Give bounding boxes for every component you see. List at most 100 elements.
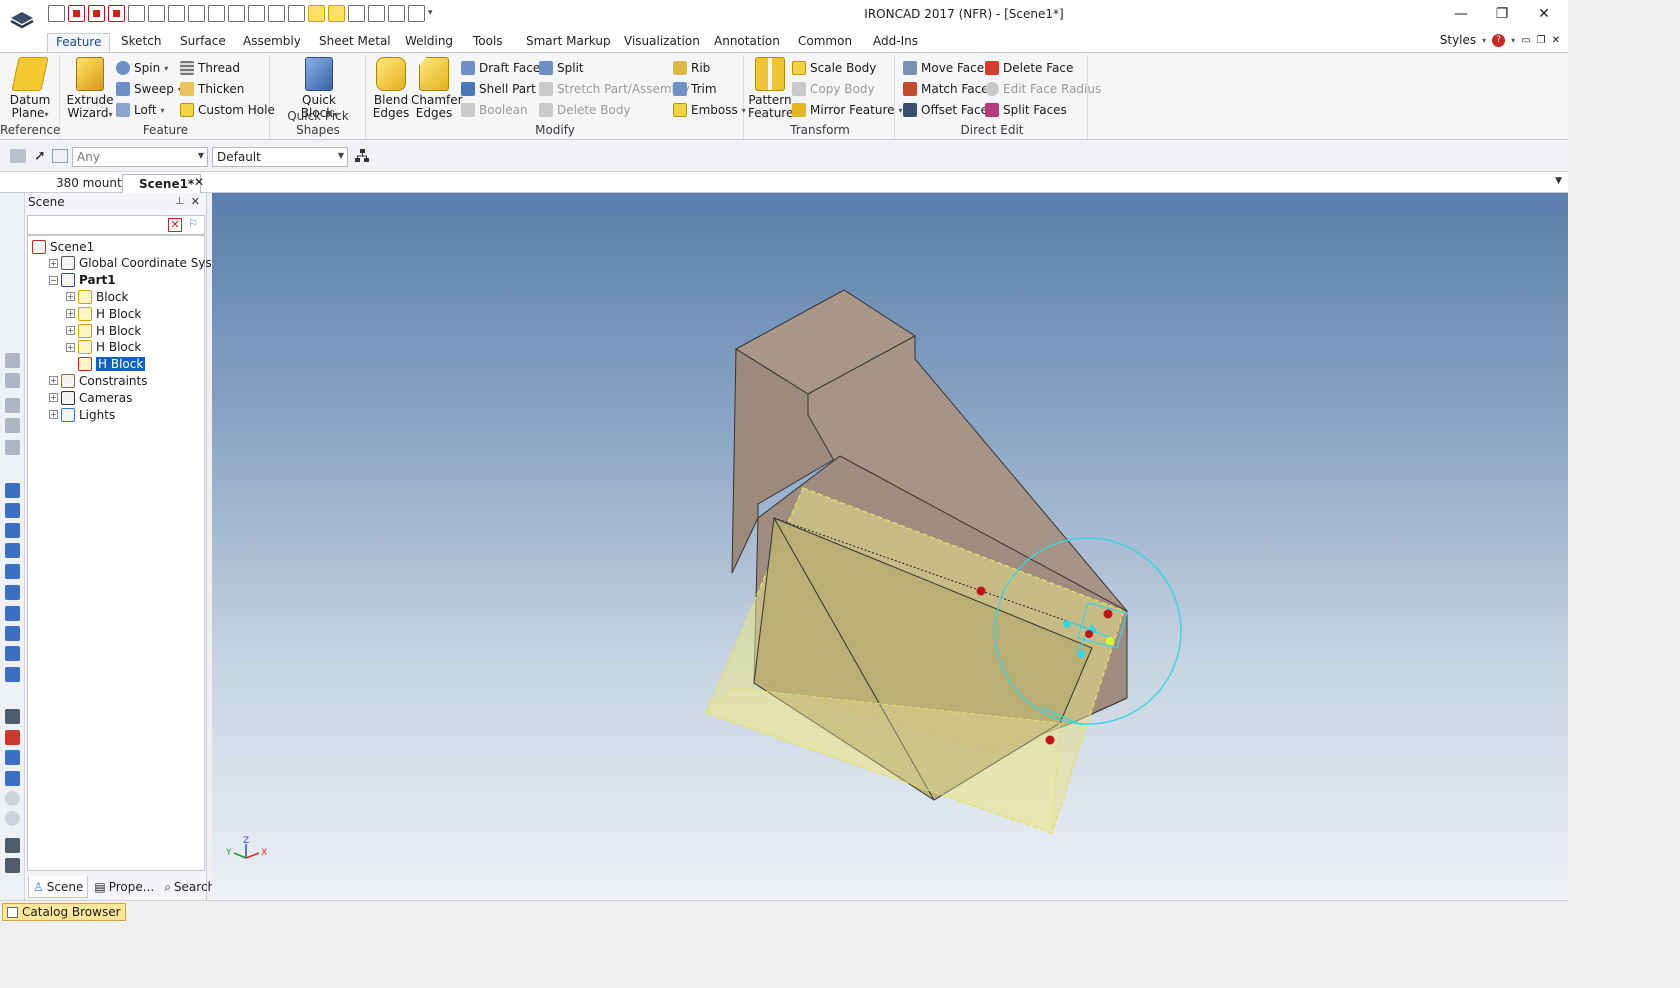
tab-annotation[interactable]: Annotation <box>706 33 788 52</box>
delete-face-button[interactable]: Delete Face <box>985 59 1073 77</box>
light-tool-icon[interactable] <box>5 858 20 873</box>
view-tool-icon[interactable] <box>5 373 20 388</box>
tab-list-chevron-icon[interactable]: ▼ <box>1555 176 1562 186</box>
orientation-top-icon[interactable] <box>5 564 20 579</box>
orbit-tool-icon[interactable] <box>5 791 20 806</box>
sizebox-handle-red[interactable] <box>976 586 986 596</box>
triball-center-dot[interactable] <box>1106 637 1114 645</box>
match-face-button[interactable]: Match Face <box>903 80 989 98</box>
emboss-button[interactable]: Emboss ▾ <box>673 101 746 119</box>
expand-toggle-icon[interactable]: + <box>49 258 58 268</box>
custom-hole-button[interactable]: Custom Hole <box>180 101 275 119</box>
panel-tab-properties[interactable]: ▤ Prope... <box>90 876 158 898</box>
doc-tab-380-mount[interactable]: 380 mount <box>34 174 128 193</box>
thread-button[interactable]: Thread <box>180 59 240 77</box>
rib-button[interactable]: Rib <box>673 59 710 77</box>
render-hidden-icon[interactable] <box>5 667 20 682</box>
tree-node[interactable]: + H Block <box>66 339 141 356</box>
copy-body-button[interactable]: Copy Body <box>792 80 875 98</box>
offset-face-button[interactable]: Offset Face <box>903 101 988 119</box>
tab-surface[interactable]: Surface <box>172 33 234 52</box>
tree-node[interactable]: + Lights <box>49 406 115 423</box>
tab-sketch[interactable]: Sketch <box>113 33 169 52</box>
tab-visualization[interactable]: Visualization <box>616 33 708 52</box>
spin-button[interactable]: Spin ▾ <box>116 59 168 77</box>
tree-node[interactable]: H Block <box>66 356 146 373</box>
tree-node[interactable]: + H Block <box>66 322 141 339</box>
tree-node[interactable]: + Cameras <box>49 389 132 406</box>
ribbon-minimize-icon[interactable]: ▭ <box>1521 35 1530 46</box>
trim-button[interactable]: Trim <box>673 80 717 98</box>
ribbon-close-icon[interactable]: ✕ <box>1552 35 1560 46</box>
expand-toggle-icon[interactable]: − <box>49 275 58 285</box>
triball-tool-icon[interactable] <box>5 709 20 724</box>
loft-button[interactable]: Loft ▾ <box>116 101 165 119</box>
pan-tool-icon[interactable] <box>5 771 20 786</box>
expand-toggle-icon[interactable]: + <box>49 410 58 419</box>
styles-menu[interactable]: Styles <box>1440 33 1476 47</box>
look-at-icon[interactable] <box>5 750 20 765</box>
scene-filter-input[interactable]: ✕ ⚐ <box>27 215 205 235</box>
help-icon[interactable]: ? <box>1492 33 1506 47</box>
view-tool-icon[interactable] <box>5 353 20 368</box>
close-panel-icon[interactable]: ✕ <box>191 195 200 208</box>
extrude-wizard-button[interactable]: Extrude Wizard▾ <box>66 57 114 121</box>
blend-edges-button[interactable]: Blend Edges <box>371 57 411 120</box>
catalog-browser-button[interactable]: Catalog Browser <box>2 903 126 921</box>
orientation-front-icon[interactable] <box>5 483 20 498</box>
ribbon-restore-icon[interactable]: ❐ <box>1537 35 1546 46</box>
orientation-back-icon[interactable] <box>5 503 20 518</box>
pin-icon[interactable]: ⊥ <box>175 196 184 207</box>
move-face-button[interactable]: Move Face <box>903 59 984 77</box>
datum-plane-button[interactable]: Datum Plane▾ <box>8 57 52 121</box>
chamfer-edges-button[interactable]: Chamfer Edges <box>411 57 463 120</box>
triball-handle-dot[interactable] <box>1077 650 1085 658</box>
view-tool-icon[interactable] <box>5 398 20 413</box>
select-assembly-icon[interactable] <box>10 149 26 163</box>
tab-tools[interactable]: Tools <box>465 33 511 52</box>
close-tab-icon[interactable]: ✕ <box>194 175 204 189</box>
camera-tool-icon[interactable] <box>5 838 20 853</box>
panel-tab-search[interactable]: ⌕ Search <box>160 876 219 898</box>
panel-tab-scene[interactable]: ♙ Scene <box>28 876 89 898</box>
expand-toggle-icon[interactable]: + <box>49 393 58 403</box>
maximize-button[interactable]: ❐ <box>1490 4 1514 24</box>
scale-body-button[interactable]: Scale Body <box>792 59 876 77</box>
help-dropdown-icon[interactable]: ▾ <box>1511 36 1515 45</box>
zoom-tool-icon[interactable] <box>5 811 20 826</box>
tree-node[interactable]: + Constraints <box>49 372 147 389</box>
draft-faces-button[interactable]: Draft Faces <box>461 59 546 77</box>
mirror-feature-button[interactable]: Mirror Feature ▾ <box>792 101 903 119</box>
sizebox-handle-red[interactable] <box>1045 735 1055 745</box>
minimize-button[interactable]: — <box>1449 4 1473 24</box>
view-tool-icon[interactable] <box>5 418 20 433</box>
tab-smart-markup[interactable]: Smart Markup <box>518 33 619 52</box>
tree-node[interactable]: − Part1 <box>49 272 116 289</box>
orientation-right-icon[interactable] <box>5 543 20 558</box>
close-button[interactable]: ✕ <box>1532 4 1556 24</box>
orientation-bottom-icon[interactable] <box>5 585 20 600</box>
render-wire-icon[interactable] <box>5 646 20 661</box>
clear-filter-icon[interactable]: ✕ <box>168 218 182 232</box>
measure-tool-icon[interactable] <box>5 730 20 745</box>
render-shaded-icon[interactable] <box>5 626 20 641</box>
selection-filter-combo[interactable]: Any ▼ <box>72 147 208 167</box>
expand-toggle-icon[interactable]: + <box>66 342 75 352</box>
filter-options-icon[interactable]: ⚐ <box>186 218 200 232</box>
expand-toggle-icon[interactable]: + <box>66 309 75 319</box>
tab-sheet-metal[interactable]: Sheet Metal <box>311 33 399 52</box>
tab-welding[interactable]: Welding <box>397 33 461 52</box>
tree-node[interactable]: Scene1 <box>32 238 94 255</box>
select-face-icon[interactable] <box>52 149 68 163</box>
orientation-iso-icon[interactable] <box>5 606 20 621</box>
sweep-button[interactable]: Sweep▾ <box>116 80 182 98</box>
tab-feature[interactable]: Feature <box>47 33 111 52</box>
hierarchy-icon[interactable] <box>354 148 370 164</box>
triball-anchor-dot[interactable] <box>1085 630 1093 638</box>
tree-node[interactable]: + H Block <box>66 305 141 322</box>
triball-handle-dot[interactable] <box>1063 620 1071 628</box>
view-tool-icon[interactable] <box>5 440 20 455</box>
sizebox-handle-red[interactable] <box>1103 609 1113 619</box>
stretch-part-assembly-button[interactable]: Stretch Part/Assembly <box>539 80 690 98</box>
tab-common[interactable]: Common <box>790 33 860 52</box>
